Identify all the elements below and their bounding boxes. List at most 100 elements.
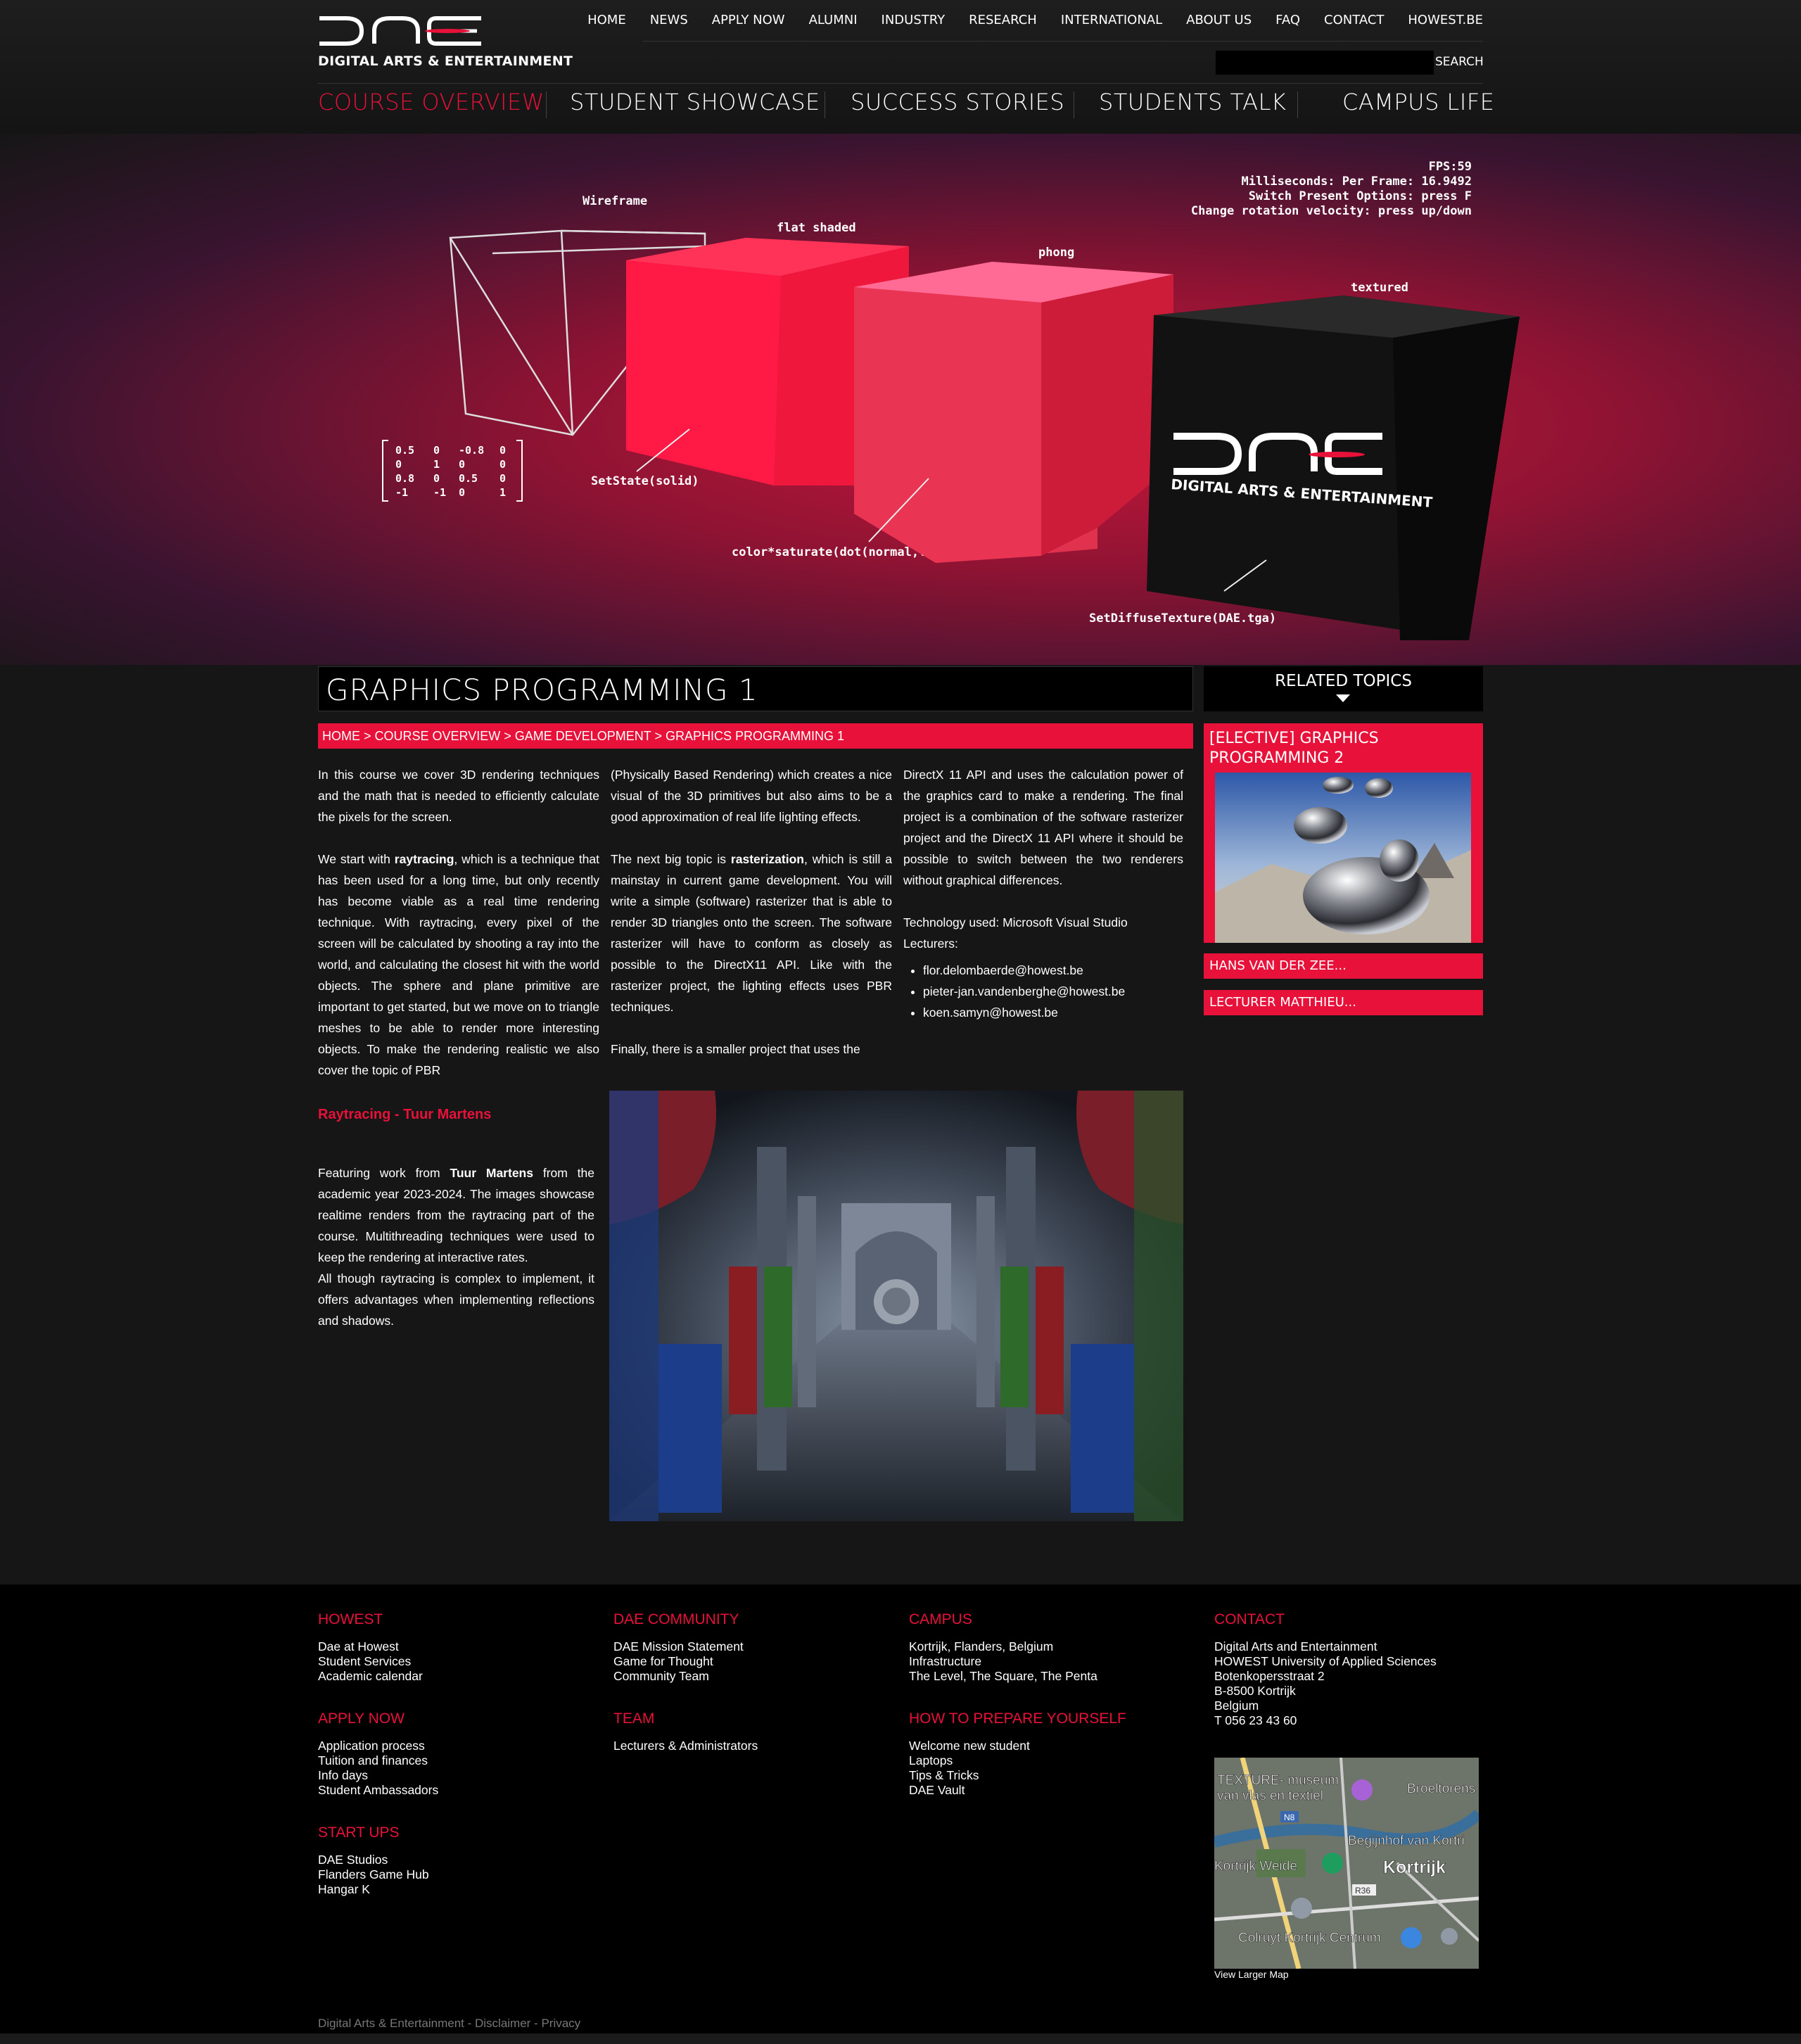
footer-link[interactable]: Tuition and finances: [318, 1753, 438, 1768]
breadcrumb-current[interactable]: GRAPHICS PROGRAMMING 1: [666, 729, 844, 743]
showcase-paragraph: All though raytracing is complex to impl…: [318, 1271, 594, 1328]
divider: [643, 41, 1483, 42]
transit-pin-icon[interactable]: [1441, 1928, 1458, 1945]
content-column-3: DirectX 11 API and uses the calculation …: [903, 764, 1183, 1023]
hero-banner: FPS:59 Milliseconds: Per Frame: 16.9492 …: [0, 134, 1801, 665]
footer-link[interactable]: Info days: [318, 1768, 438, 1783]
footer-link[interactable]: Game for Thought: [613, 1654, 744, 1669]
mainnav-success-stories[interactable]: SUCCESS STORIES: [851, 89, 1064, 115]
label-phong: phong: [1038, 246, 1074, 260]
fps-text: FPS:59: [1429, 160, 1472, 174]
related-topics-header[interactable]: RELATED TOPICS: [1204, 666, 1483, 711]
breadcrumb-home[interactable]: HOME: [322, 729, 360, 743]
footer-heading-contact: CONTACT: [1214, 1611, 1285, 1627]
topnav-alumni[interactable]: ALUMNI: [809, 13, 858, 27]
topnav-news[interactable]: NEWS: [650, 13, 688, 27]
related-item-matthieu[interactable]: LECTURER MATTHIEU...: [1204, 990, 1483, 1015]
footer-heading-howest: HOWEST: [318, 1611, 383, 1627]
topnav-contact[interactable]: CONTACT: [1324, 13, 1384, 27]
footer-links-apply: Application process Tuition and finances…: [318, 1739, 438, 1798]
contact-line: Digital Arts and Entertainment: [1214, 1639, 1377, 1653]
keyword-raytracing: raytracing: [394, 852, 454, 866]
view-larger-map-link[interactable]: View Larger Map: [1214, 1969, 1289, 1980]
page-title: GRAPHICS PROGRAMMING 1: [326, 673, 758, 707]
raytracing-render-image[interactable]: [609, 1091, 1183, 1521]
matrix-cell: -1: [433, 486, 446, 499]
mainnav-student-showcase[interactable]: STUDENT SHOWCASE: [570, 89, 820, 115]
footer-link[interactable]: Dae at Howest: [318, 1639, 423, 1654]
lecturers-label: Lecturers:: [903, 937, 958, 951]
lecturer-email[interactable]: koen.samyn@howest.be: [923, 1002, 1183, 1023]
footer-link[interactable]: The Level, The Square, The Penta: [909, 1669, 1097, 1684]
footer-link[interactable]: Infrastructure: [909, 1654, 1097, 1669]
breadcrumb-game-development[interactable]: GAME DEVELOPMENT: [515, 729, 651, 743]
search-button[interactable]: SEARCH: [1435, 55, 1484, 69]
footer-link[interactable]: Kortrijk, Flanders, Belgium: [909, 1639, 1097, 1654]
legal-privacy[interactable]: Privacy: [541, 2017, 580, 2030]
matrix-cell: 0.5: [395, 444, 414, 457]
mainnav-students-talk[interactable]: STUDENTS TALK: [1099, 89, 1286, 115]
topnav-international[interactable]: INTERNATIONAL: [1061, 13, 1162, 27]
contact-line: B-8500 Kortrijk: [1214, 1684, 1296, 1698]
breadcrumb-course-overview[interactable]: COURSE OVERVIEW: [375, 729, 501, 743]
map-label: N8: [1284, 1813, 1295, 1822]
topnav-about-us[interactable]: ABOUT US: [1186, 13, 1252, 27]
label-textured: textured: [1351, 281, 1408, 295]
park-pin-icon[interactable]: [1322, 1853, 1343, 1874]
legal-disclaimer[interactable]: Disclaimer: [475, 2017, 530, 2030]
search-input[interactable]: [1216, 51, 1434, 75]
text: , which is still a mainstay in current g…: [611, 852, 893, 1014]
legal-separator: -: [464, 2017, 475, 2030]
breadcrumb-separator: >: [360, 729, 375, 743]
footer-link[interactable]: Welcome new student: [909, 1739, 1030, 1753]
topnav-howest[interactable]: HOWEST.BE: [1408, 13, 1483, 27]
lecturer-email[interactable]: pieter-jan.vandenberghe@howest.be: [923, 981, 1183, 1002]
footer-link[interactable]: Academic calendar: [318, 1669, 423, 1684]
contact-line: T 056 23 43 60: [1214, 1713, 1297, 1727]
footer-link[interactable]: Application process: [318, 1739, 438, 1753]
footer-link[interactable]: Community Team: [613, 1669, 744, 1684]
related-item-hans[interactable]: HANS VAN DER ZEE...: [1204, 953, 1483, 979]
shop-pin-icon[interactable]: [1401, 1927, 1422, 1948]
footer-link[interactable]: Laptops: [909, 1753, 1030, 1768]
footer-link[interactable]: Student Services: [318, 1654, 423, 1669]
textured-cube: DIGITAL ARTS & ENTERTAINMENT: [1147, 296, 1520, 640]
topnav-industry[interactable]: INDUSTRY: [882, 13, 946, 27]
mainnav-campus-life[interactable]: CAMPUS LIFE: [1342, 89, 1494, 115]
matrix-cell: 0: [459, 458, 465, 471]
label-wireframe: Wireframe: [583, 194, 647, 208]
footer-heading-prepare: HOW TO PREPARE YOURSELF: [909, 1710, 1126, 1727]
matrix-cell: 0: [433, 444, 440, 457]
related-card-title: [ELECTIVE] GRAPHICS PROGRAMMING 2: [1209, 730, 1379, 767]
showcase-text: Featuring work from Tuur Martens from th…: [318, 1162, 594, 1331]
footer-link[interactable]: Hangar K: [318, 1882, 429, 1897]
school-pin-icon[interactable]: [1291, 1898, 1312, 1919]
footer-heading-campus: CAMPUS: [909, 1611, 972, 1627]
matrix-cell: -0.8: [459, 444, 484, 457]
footer-link[interactable]: DAE Studios: [318, 1853, 429, 1867]
topnav-home[interactable]: HOME: [587, 13, 626, 27]
mainnav-course-overview[interactable]: COURSE OVERVIEW: [318, 89, 545, 115]
related-card-graphics-2[interactable]: [ELECTIVE] GRAPHICS PROGRAMMING 2: [1204, 723, 1483, 943]
matrix-cell: 0.8: [395, 472, 414, 485]
lecturer-list: flor.delombaerde@howest.be pieter-jan.va…: [903, 960, 1183, 1023]
footer-link[interactable]: Lecturers & Administrators: [613, 1739, 758, 1753]
topnav-apply-now[interactable]: APPLY NOW: [712, 13, 785, 27]
legal-dae[interactable]: Digital Arts & Entertainment: [318, 2017, 464, 2030]
lecturer-email[interactable]: flor.delombaerde@howest.be: [923, 960, 1183, 981]
footer-link[interactable]: Tips & Tricks: [909, 1768, 1030, 1783]
phong-cube: [854, 262, 1173, 563]
map-label: Kortrijk: [1383, 1858, 1446, 1877]
text: The next big topic is: [611, 852, 731, 866]
footer-link[interactable]: DAE Mission Statement: [613, 1639, 744, 1654]
footer-link[interactable]: DAE Vault: [909, 1783, 1030, 1798]
footer-link[interactable]: Student Ambassadors: [318, 1783, 438, 1798]
nav-separator: [1297, 91, 1298, 118]
museum-pin-icon[interactable]: [1351, 1779, 1373, 1801]
transform-matrix: 0.5 0 -0.8 00 1 0 00.8 0 0.5 0-1 -1 0 1: [382, 440, 523, 502]
campus-map[interactable]: TEXTURE- museum van vlas en textiel Broe…: [1214, 1758, 1479, 1969]
footer-link[interactable]: Flanders Game Hub: [318, 1867, 429, 1882]
topnav-research[interactable]: RESEARCH: [969, 13, 1037, 27]
map-label: Begijnhof van Kortri: [1348, 1834, 1465, 1848]
topnav-faq[interactable]: FAQ: [1275, 13, 1300, 27]
